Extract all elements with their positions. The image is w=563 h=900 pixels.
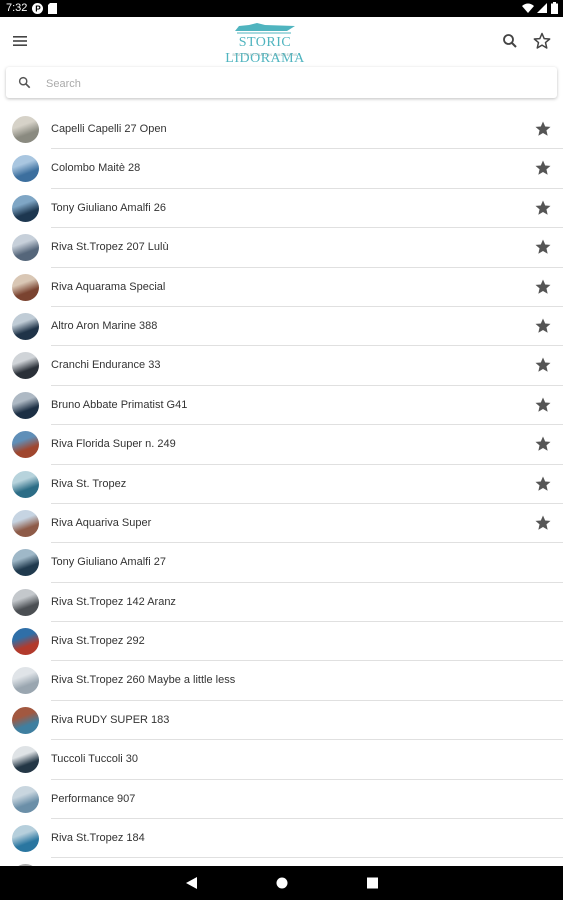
signal-icon [537,3,547,16]
boat-name: Riva RUDY SUPER 183 [51,713,170,726]
star-filled-icon[interactable] [534,159,552,177]
list-item[interactable]: Bruno Abbate Primatist G41 [0,386,563,426]
star-filled-icon[interactable] [534,396,552,414]
svg-text:P: P [35,5,41,14]
star-filled-icon[interactable] [534,435,552,453]
boat-name: Riva Aquarama Special [51,280,166,293]
boat-name: Riva Florida Super n. 249 [51,438,176,451]
list-item[interactable]: Riva St.Tropez 292 [0,622,563,662]
system-nav-bar [0,866,563,900]
star-filled-icon[interactable] [534,514,552,532]
boat-thumbnail [12,234,39,262]
boat-name: Riva St.Tropez 292 [51,635,145,648]
list-item[interactable]: Capelli Capelli 27 Open [0,110,563,150]
boat-name: Tony Giuliano Amalfi 27 [51,556,166,569]
boat-name: Cranchi Endurance 33 [51,359,161,372]
app-logo: STORIC LIDORAMA BOAT RESTORATION & MODER… [200,19,330,66]
boat-thumbnail [12,667,39,695]
star-filled-icon[interactable] [534,238,552,256]
logo-name: STORIC LIDORAMA [225,35,305,66]
recents-icon [367,877,378,889]
boat-thumbnail [12,785,39,813]
boat-thumbnail [12,352,39,380]
boat-thumbnail [12,116,39,143]
search-button[interactable] [500,31,520,56]
boat-name: Riva St.Tropez 207 Lulù [51,241,169,254]
list-item[interactable]: Riva RUDY SUPER 183 [0,701,563,741]
star-outline-icon [533,32,551,49]
boat-name: Tuccoli Tuccoli 30 [51,753,139,766]
boat-thumbnail [12,746,39,774]
search-bar [6,67,557,98]
search-icon [503,34,517,48]
list-item[interactable]: Tony Giuliano Amalfi 26 [0,189,563,229]
list-item[interactable]: Riva St.Tropez 184 [0,819,563,859]
boat-name: Riva St.Tropez 260 Maybe a little less [51,674,236,687]
boat-name: Altro Aron Marine 388 [51,319,158,332]
notification-p-icon: P [32,3,43,17]
boat-thumbnail [12,628,39,656]
list-item[interactable]: Cranchi Endurance 33 [0,346,563,386]
home-icon [276,877,288,889]
menu-button[interactable] [10,31,30,51]
boat-thumbnail [12,273,39,301]
status-time: 7:32 [6,2,28,14]
boat-thumbnail [12,549,39,577]
list-item[interactable]: Riva Aquariva Super [0,504,563,544]
list-item[interactable]: Riva St. Tropez [0,465,563,504]
boat-thumbnail [12,470,39,498]
list-item[interactable]: Riva St.Tropez 260 Maybe a little less [0,661,563,701]
boat-thumbnail [12,706,39,734]
favorites-button[interactable] [532,31,552,56]
boat-name: Riva Aquariva Super [51,516,152,529]
boat-name: Bruno Abbate Primatist G41 [51,398,188,411]
app-bar: STORIC LIDORAMA BOAT RESTORATION & MODER… [0,17,563,66]
boat-list: Capelli Capelli 27 Open Colombo Maitè 28 T… [0,110,563,866]
boat-thumbnail [12,312,39,340]
boat-name: Tony Giuliano Amalfi 26 [51,201,166,214]
home-button[interactable] [275,876,289,895]
star-filled-icon[interactable] [534,120,552,138]
list-item[interactable]: Altro Aron Marine 388 [0,307,563,347]
boat-thumbnail [12,588,39,616]
list-item[interactable]: Tony Giuliano Amalfi 27 [0,543,563,583]
list-item[interactable]: Riva St.Tropez 142 Aranz [0,583,563,623]
star-filled-icon[interactable] [534,278,552,296]
wifi-icon [522,3,534,16]
recents-button[interactable] [366,876,379,895]
boat-name: Riva St.Tropez 184 [51,832,145,845]
star-filled-icon[interactable] [534,475,552,493]
boat-name: Performance 907 [51,792,136,805]
list-item[interactable]: Riva Florida Super n. 249 [0,425,563,465]
boat-thumbnail [12,155,39,183]
list-item[interactable]: Riva St.Tropez 207 Lulù [0,228,563,268]
status-bar: 7:32 P [0,0,563,17]
boat-thumbnail [12,431,39,459]
back-button[interactable] [185,876,198,895]
back-icon [186,877,197,889]
boat-thumbnail [12,825,39,853]
battery-icon [551,2,558,17]
list-item[interactable]: Riva Aquarama Special [0,268,563,307]
search-field-icon [18,76,31,89]
list-item[interactable]: Performance 907 [0,780,563,820]
star-filled-icon[interactable] [534,199,552,217]
menu-icon [13,36,27,46]
search-input[interactable] [44,73,548,95]
boat-name: Colombo Maitè 28 [51,162,141,175]
star-filled-icon[interactable] [534,356,552,374]
star-filled-icon[interactable] [534,317,552,335]
boat-name: Riva St.Tropez 142 Aranz [51,595,176,608]
logo-tagline: BOAT RESTORATION & MODERNS [232,53,298,57]
boat-name: Capelli Capelli 27 Open [51,123,167,135]
boat-thumbnail [12,391,39,419]
boat-name: Riva St. Tropez [51,477,127,490]
boat-logo-icon [235,23,295,34]
sd-card-icon [48,3,57,17]
boat-thumbnail [12,194,39,222]
list-item[interactable] [0,858,563,866]
list-item[interactable]: Tuccoli Tuccoli 30 [0,740,563,780]
list-item[interactable]: Colombo Maitè 28 [0,149,563,189]
boat-thumbnail [12,509,39,537]
